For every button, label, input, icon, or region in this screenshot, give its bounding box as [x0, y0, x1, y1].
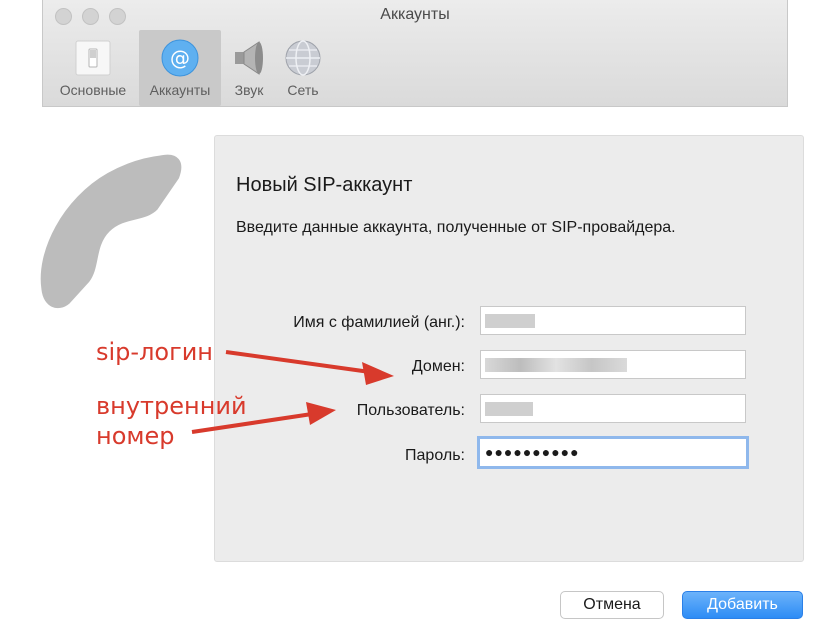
globe-icon [285, 40, 321, 76]
annotation-internal-line1: внутренний [96, 392, 247, 420]
window-toolbar: Аккаунты Основные @ Аккаунты Звук Сеть [42, 0, 788, 107]
tab-general-label: Основные [59, 82, 127, 98]
panel-title: Новый SIP-аккаунт [236, 174, 413, 196]
svg-text:@: @ [170, 46, 190, 70]
speaker-icon [235, 41, 263, 75]
tab-network[interactable]: Сеть [277, 30, 329, 106]
redacted-value [485, 402, 533, 416]
tab-accounts-label: Аккаунты [149, 82, 211, 98]
name-field-label: Имя с фамилией (анг.): [293, 314, 465, 331]
user-field-label: Пользователь: [356, 402, 465, 419]
phone-icon [33, 147, 189, 315]
panel-subtitle: Введите данные аккаунта, полученные от S… [236, 219, 676, 236]
password-field-label: Пароль: [405, 447, 465, 464]
at-sign-icon: @ [161, 39, 199, 77]
tab-sound-label: Звук [234, 82, 264, 98]
annotation-sip-login: sip-логин [96, 338, 213, 366]
user-field[interactable] [480, 394, 746, 423]
tab-network-label: Сеть [287, 82, 319, 98]
redacted-value [485, 314, 535, 328]
redacted-value [485, 358, 627, 372]
new-account-panel: Новый SIP-аккаунт Введите данные аккаунт… [214, 135, 804, 562]
annotation-internal-line2: номер [96, 422, 175, 450]
add-button[interactable]: Добавить [682, 591, 803, 619]
name-field[interactable] [480, 306, 746, 335]
tab-accounts[interactable]: @ Аккаунты [139, 30, 221, 106]
cancel-button[interactable]: Отмена [560, 591, 664, 619]
window-title: Аккаунты [380, 6, 450, 23]
tab-sound[interactable]: Звук [227, 30, 271, 106]
tab-general[interactable]: Основные [51, 30, 135, 106]
switch-icon [75, 40, 111, 76]
password-field[interactable]: ●●●●●●●●●● [477, 436, 749, 469]
domain-field[interactable] [480, 350, 746, 379]
domain-field-label: Домен: [411, 358, 465, 375]
